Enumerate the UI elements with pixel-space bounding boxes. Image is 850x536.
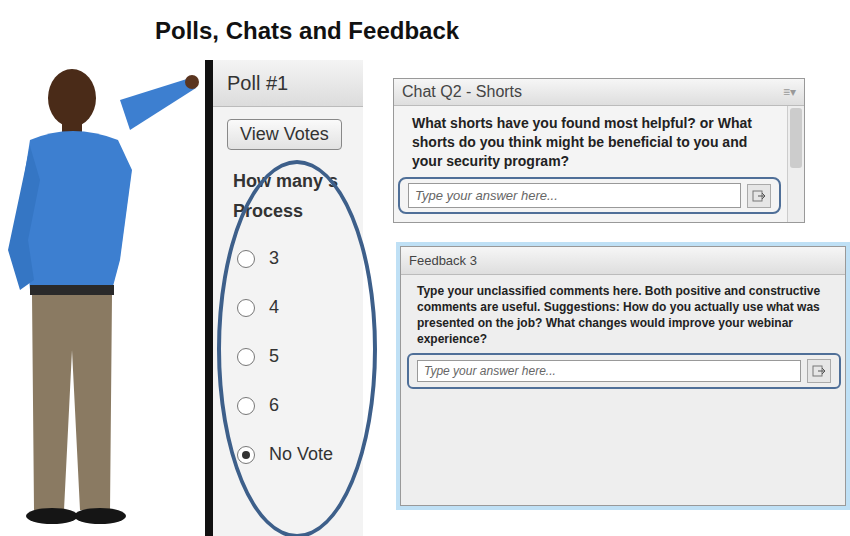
- poll-title: Poll #1: [213, 60, 363, 107]
- radio-icon[interactable]: [237, 446, 255, 464]
- poll-option[interactable]: 4: [237, 297, 363, 318]
- presenter-photo: [0, 60, 200, 530]
- radio-icon[interactable]: [237, 299, 255, 317]
- radio-icon[interactable]: [237, 348, 255, 366]
- send-icon[interactable]: [807, 359, 831, 383]
- poll-option[interactable]: 3: [237, 248, 363, 269]
- poll-option[interactable]: 6: [237, 395, 363, 416]
- menu-icon[interactable]: ≡▾: [783, 85, 796, 99]
- presenter-icon: [0, 60, 200, 530]
- radio-icon[interactable]: [237, 397, 255, 415]
- chat-header: Chat Q2 - Shorts ≡▾: [394, 79, 804, 106]
- send-icon[interactable]: [747, 184, 771, 208]
- scrollbar[interactable]: [787, 106, 804, 222]
- chat-input[interactable]: Type your answer here...: [408, 183, 741, 208]
- poll-options: 3 4 5 6 No Vote: [237, 248, 363, 465]
- poll-option[interactable]: No Vote: [237, 444, 363, 465]
- input-highlight: Type your answer here...: [407, 353, 841, 389]
- chat-panel: Chat Q2 - Shorts ≡▾ What shorts have you f…: [393, 78, 805, 223]
- poll-panel: Poll #1 View Votes How many sProcess 3 4 5 6 No…: [205, 60, 363, 536]
- feedback-title: Feedback 3: [401, 247, 845, 275]
- chat-question: What shorts have you found most helpful?…: [398, 114, 781, 171]
- poll-question: How many sProcess: [233, 166, 363, 226]
- poll-option[interactable]: 5: [237, 346, 363, 367]
- slide: Polls, Chats and Feedback Poll #1 View Vot…: [0, 0, 850, 536]
- radio-icon[interactable]: [237, 250, 255, 268]
- input-highlight: Type your answer here...: [398, 177, 781, 214]
- view-votes-button[interactable]: View Votes: [227, 119, 342, 150]
- feedback-panel: Feedback 3 Type your unclassified comment…: [396, 242, 850, 510]
- feedback-input[interactable]: Type your answer here...: [417, 360, 801, 382]
- slide-title: Polls, Chats and Feedback: [155, 14, 850, 48]
- highlight-oval: [217, 160, 377, 536]
- chat-title: Chat Q2 - Shorts: [402, 83, 522, 101]
- feedback-question: Type your unclassified comments here. Bo…: [417, 283, 841, 347]
